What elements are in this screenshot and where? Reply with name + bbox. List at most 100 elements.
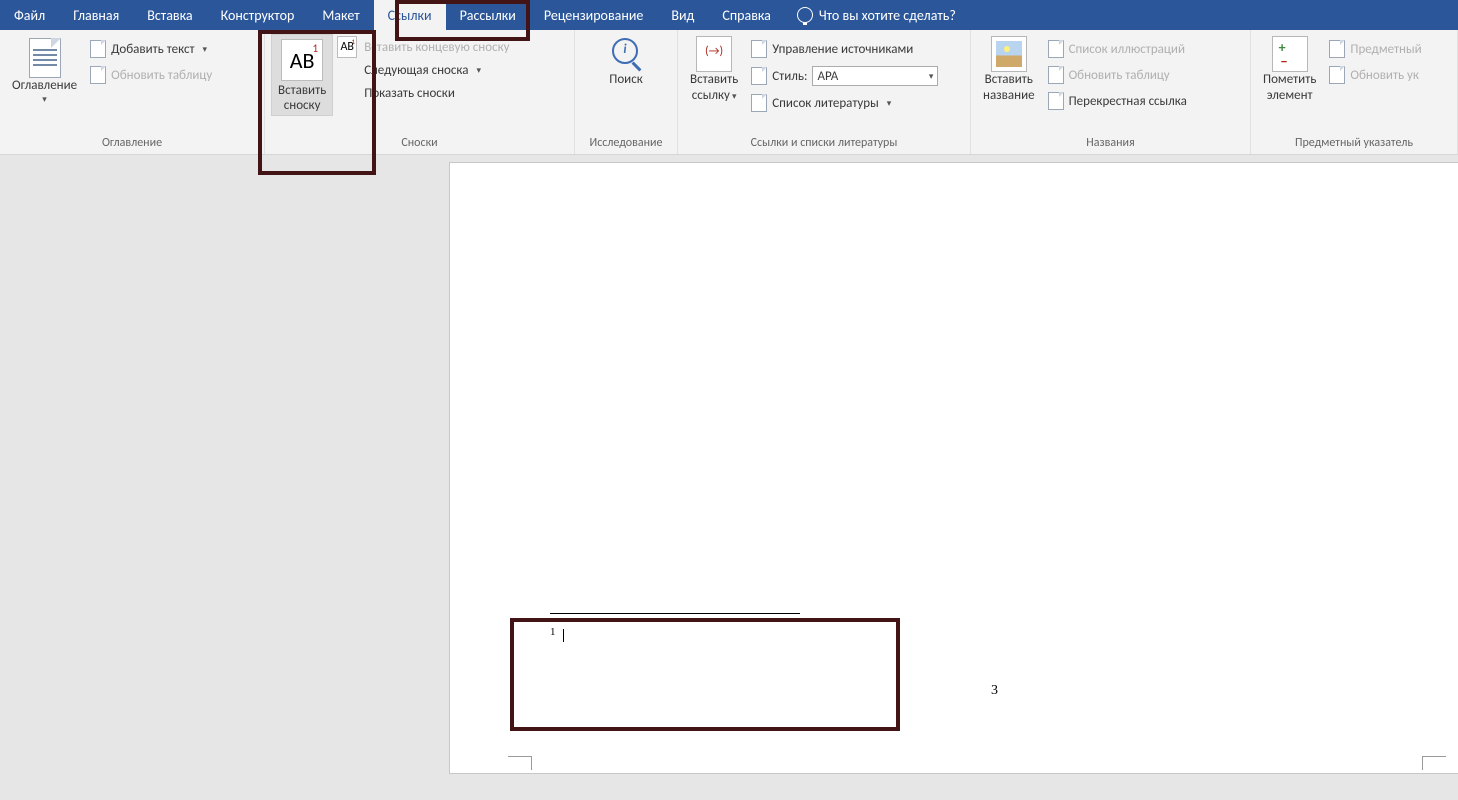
insert-endnote-label: Вставить концевую сноску (364, 40, 509, 55)
next-footnote-mini-icon[interactable]: AB 1 (337, 36, 357, 58)
picture-icon (991, 36, 1027, 72)
tab-references[interactable]: Ссылки (374, 0, 446, 30)
update-figures-label: Обновить таблицу (1069, 68, 1170, 83)
mark-entry-label-2: элемент (1267, 88, 1313, 104)
manage-sources-label: Управление источниками (772, 42, 913, 57)
tell-me-placeholder: Что вы хотите сделать? (819, 7, 956, 24)
tab-mailings[interactable]: Рассылки (446, 0, 530, 30)
insert-index-label: Предметный (1350, 42, 1421, 57)
mark-entry-button[interactable]: +− Пометить элемент (1257, 34, 1322, 107)
page-number: 3 (991, 683, 998, 699)
update-index-button[interactable]: Обновить ук (1326, 64, 1424, 86)
update-toc-button[interactable]: Обновить таблицу (87, 64, 215, 86)
show-footnotes-button[interactable]: Показать сноски (361, 84, 512, 103)
margin-mark-bottom-right (1422, 756, 1446, 770)
style-value: APA (817, 69, 838, 84)
ribbon-tabstrip: Файл Главная Вставка Конструктор Макет С… (0, 0, 1458, 30)
add-text-label: Добавить текст (111, 42, 194, 57)
figures-list-label: Список иллюстраций (1069, 42, 1185, 57)
insert-footnote-button[interactable]: AB 1 Вставить сноску (271, 34, 333, 116)
toc-button[interactable]: Оглавление ▾ (6, 36, 83, 108)
magnifier-icon (608, 36, 644, 72)
update-index-label: Обновить ук (1350, 68, 1419, 83)
group-footnotes-label: Сноски (265, 133, 574, 154)
chevron-down-icon: ▾ (929, 71, 934, 82)
table-of-figures-button[interactable]: Список иллюстраций (1045, 38, 1190, 60)
tab-file[interactable]: Файл (0, 0, 59, 30)
insert-caption-label-2: название (983, 88, 1035, 104)
show-footnotes-label: Показать сноски (364, 86, 455, 101)
group-index: +− Пометить элемент Предметный Обновить … (1251, 30, 1458, 154)
chevron-down-icon: ▾ (42, 94, 47, 105)
style-label: Стиль: (772, 69, 807, 84)
document-workspace: 1 3 (0, 155, 1458, 800)
tab-layout[interactable]: Макет (308, 0, 373, 30)
footnote-ab-icon: AB 1 (281, 39, 323, 81)
tab-insert[interactable]: Вставка (133, 0, 206, 30)
cross-ref-label: Перекрестная ссылка (1069, 94, 1187, 109)
citation-style-row: Стиль: APA ▾ (748, 64, 941, 88)
group-research-label: Исследование (575, 133, 677, 154)
tab-home[interactable]: Главная (59, 0, 133, 30)
footnote-separator (550, 613, 800, 614)
group-citations-label: Ссылки и списки литературы (678, 133, 970, 154)
document-page[interactable]: 1 3 (450, 163, 1458, 773)
cross-reference-button[interactable]: Перекрестная ссылка (1045, 90, 1190, 112)
page-icon (1048, 40, 1064, 58)
group-citations: Вставить ссылку ▾ Управление источниками… (678, 30, 971, 154)
mark-entry-label-1: Пометить (1263, 72, 1316, 88)
page-icon (90, 66, 106, 84)
add-text-button[interactable]: Добавить текст (87, 38, 215, 60)
group-toc-label: Оглавление (0, 133, 264, 154)
update-figures-button[interactable]: Обновить таблицу (1045, 64, 1190, 86)
insert-citation-button[interactable]: Вставить ссылку ▾ (684, 34, 744, 107)
insert-caption-button[interactable]: Вставить название (977, 34, 1041, 107)
ribbon: Оглавление ▾ Добавить текст Обновить таб… (0, 30, 1458, 155)
tell-me-search[interactable]: Что вы хотите сделать? (797, 0, 956, 30)
lightbulb-icon (797, 7, 813, 23)
insert-fn-label-2: сноску (284, 98, 321, 113)
group-captions-label: Названия (971, 133, 1250, 154)
insert-citation-label-1: Вставить (690, 72, 738, 88)
group-index-label: Предметный указатель (1251, 133, 1457, 154)
style-icon (751, 67, 767, 85)
insert-index-button[interactable]: Предметный (1326, 38, 1424, 60)
insert-caption-label-1: Вставить (985, 72, 1033, 88)
group-footnotes: AB 1 Вставить сноску AB 1 Вставить конце… (265, 30, 575, 154)
cross-ref-icon (1048, 92, 1064, 110)
insert-fn-label-1: Вставить (278, 83, 326, 98)
page-icon (90, 40, 106, 58)
next-footnote-label: Следующая сноска (364, 63, 468, 78)
page-icon (1329, 40, 1345, 58)
tab-help[interactable]: Справка (708, 0, 785, 30)
citation-style-combo[interactable]: APA ▾ (812, 66, 938, 86)
manage-sources-button[interactable]: Управление источниками (748, 38, 941, 60)
smart-lookup-label: Поиск (609, 72, 643, 88)
tab-review[interactable]: Рецензирование (530, 0, 658, 30)
update-toc-label: Обновить таблицу (111, 68, 212, 83)
toc-button-label: Оглавление (12, 78, 77, 94)
tab-design[interactable]: Конструктор (207, 0, 309, 30)
text-cursor (563, 629, 564, 642)
group-research: Поиск Исследование (575, 30, 678, 154)
mark-entry-icon: +− (1272, 36, 1308, 72)
bibliography-button[interactable]: Список литературы (748, 92, 941, 114)
group-toc: Оглавление ▾ Добавить текст Обновить таб… (0, 30, 265, 154)
margin-mark-bottom-left (508, 756, 532, 770)
smart-lookup-button[interactable]: Поиск (598, 34, 654, 90)
footnote-area[interactable]: 1 (550, 613, 1358, 646)
footnote-number: 1 (550, 626, 556, 638)
toc-icon (29, 38, 61, 78)
page-icon (1329, 66, 1345, 84)
sources-icon (751, 40, 767, 58)
page-icon (1048, 66, 1064, 84)
chevron-down-icon: ▾ (730, 91, 737, 102)
group-captions: Вставить название Список иллюстраций Обн… (971, 30, 1251, 154)
insert-citation-label-2: ссылку (692, 88, 730, 103)
bibliography-label: Список литературы (772, 96, 879, 111)
next-footnote-button[interactable]: Следующая сноска (361, 61, 512, 80)
bibliography-icon (751, 94, 767, 112)
insert-endnote-button[interactable]: Вставить концевую сноску (361, 38, 512, 57)
tab-view[interactable]: Вид (657, 0, 708, 30)
citation-icon (696, 36, 732, 72)
